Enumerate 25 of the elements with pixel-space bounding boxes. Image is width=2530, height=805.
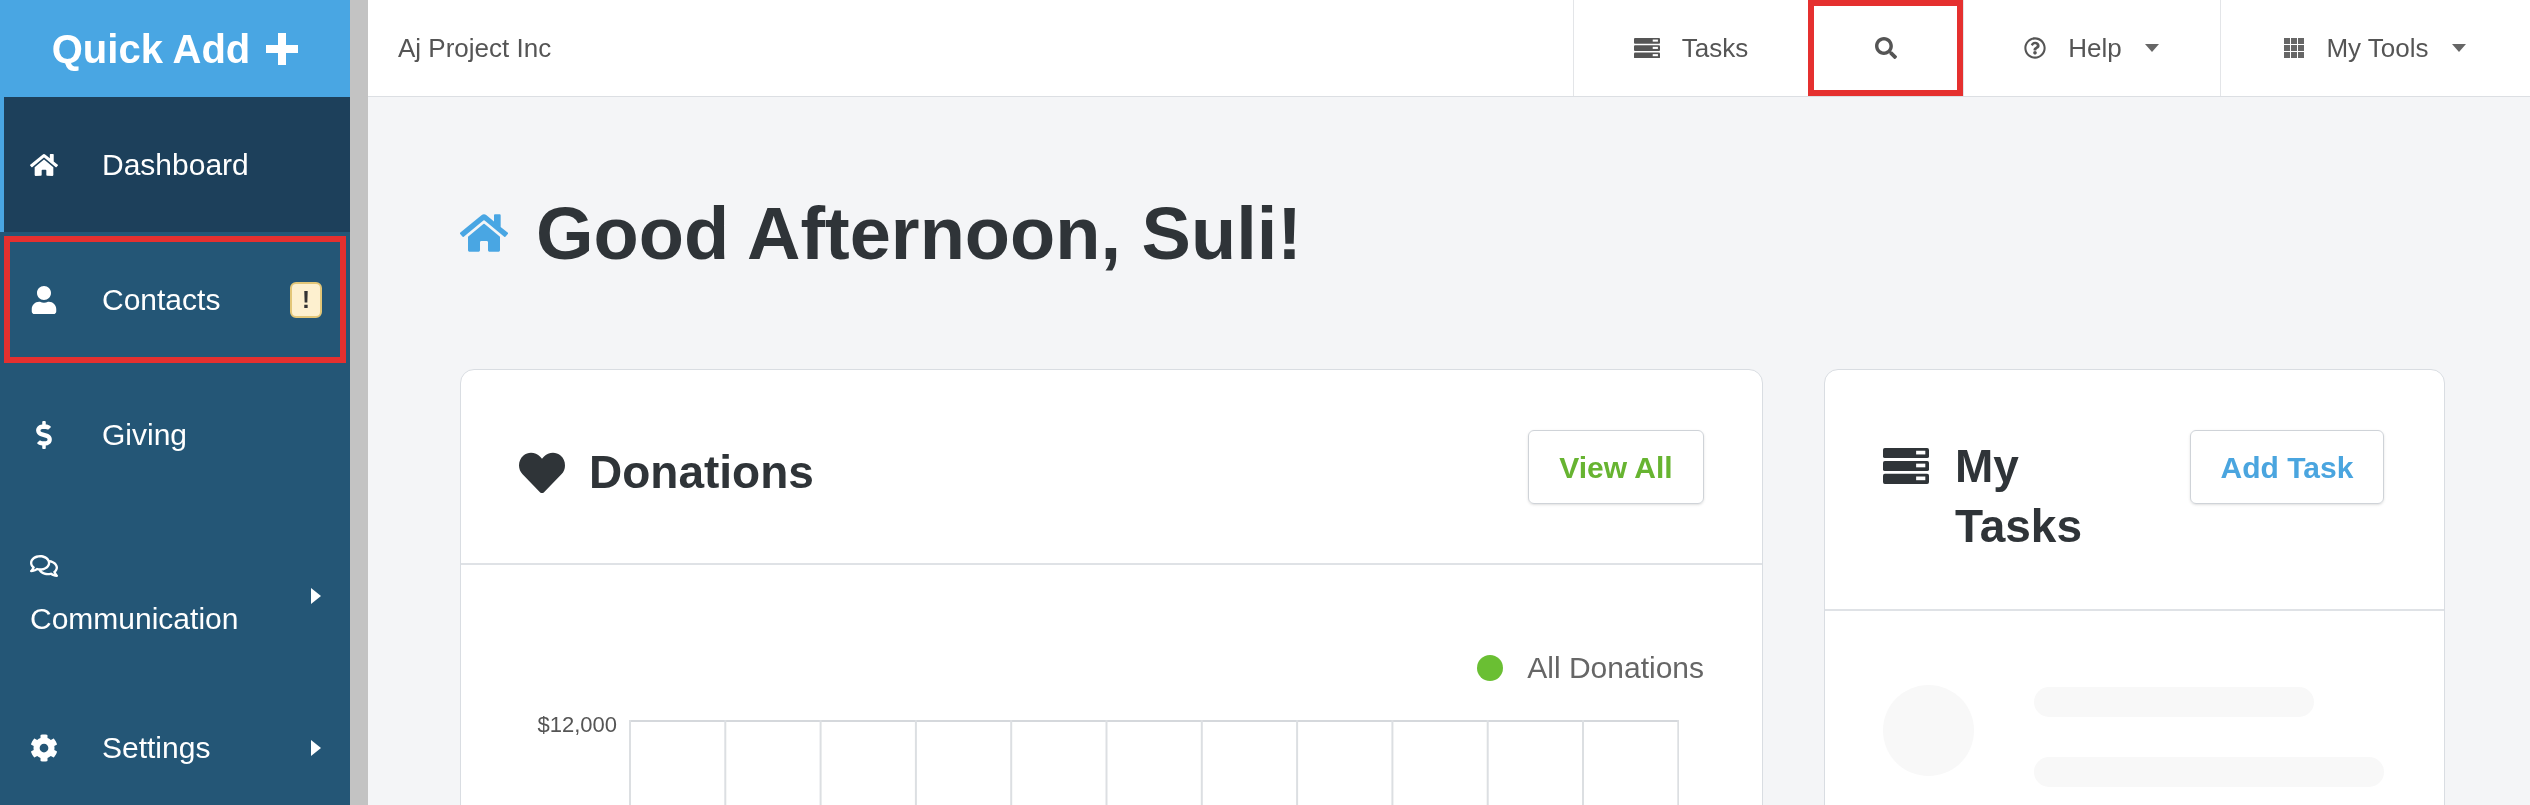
caret-icon	[310, 587, 322, 606]
list-icon	[1633, 37, 1660, 59]
card-title: Donations	[589, 445, 814, 500]
scrollbar[interactable]	[350, 0, 368, 805]
caret-icon	[310, 738, 322, 757]
plus-icon	[266, 32, 299, 65]
nav-button[interactable]: My Tools	[2220, 0, 2530, 96]
grid-icon	[2284, 38, 2305, 58]
search-button[interactable]	[1808, 0, 1963, 96]
person-icon	[30, 285, 58, 314]
greeting-heading: Good Afternoon, Suli!	[536, 190, 1302, 277]
caret-icon	[2450, 43, 2467, 53]
sidebar-item[interactable]: Dashboard	[0, 97, 350, 233]
gear-icon	[30, 733, 58, 762]
axis-label: $12,000	[536, 711, 618, 739]
legend-label: All Donations	[1527, 650, 1704, 686]
nav-button[interactable]: Help	[1963, 0, 2220, 96]
caret-icon	[2143, 43, 2160, 53]
card-title: My Tasks	[1955, 439, 2084, 554]
search-icon	[1875, 37, 1897, 59]
organization-name: Aj Project Inc	[397, 31, 553, 65]
nav-button[interactable]: Tasks	[1573, 0, 1808, 96]
list-icon	[1883, 448, 1929, 485]
help-icon	[2024, 37, 2047, 59]
warning-badge: !	[290, 281, 322, 318]
